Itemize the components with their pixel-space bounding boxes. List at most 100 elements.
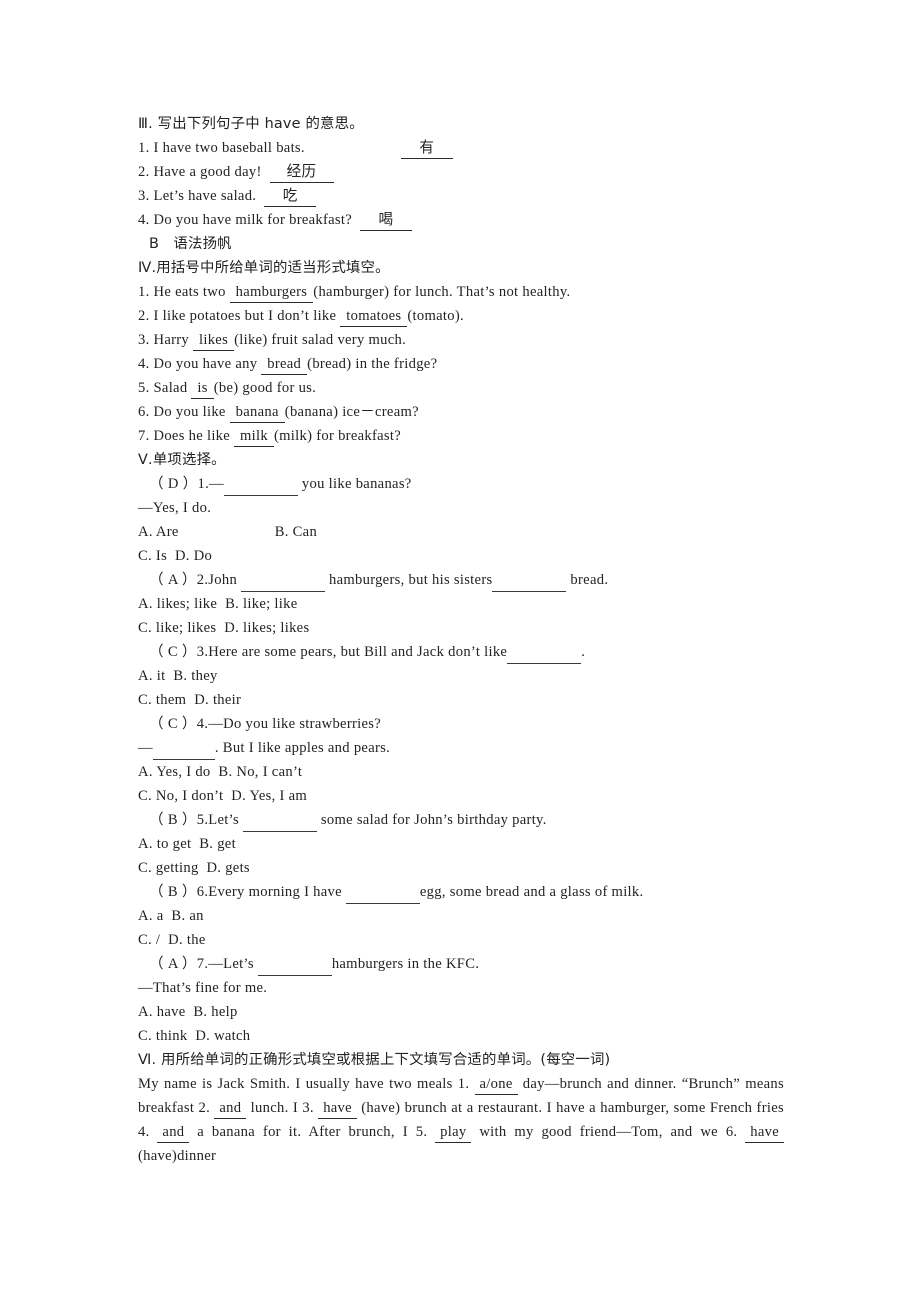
item-text-before: He eats two [153,284,226,300]
question-stem-after: egg, some bread and a glass of milk. [419,884,644,900]
section-3-item-2: 2. Have a good day! 经历 [138,160,784,184]
section-3-item-4: 4. Do you have milk for breakfast? 喝 [138,208,784,232]
fill-blank[interactable] [345,886,420,904]
passage-text: a banana for it. After brunch, I 5. [189,1124,436,1140]
section-5-question-5: （ B ）5.Let’s some salad for John’s birth… [138,808,784,832]
section-4-item-1: 1. He eats two hamburgers (hamburger) for… [138,280,784,304]
question-stem-before: Here are some pears, but Bill and Jack d… [208,644,508,660]
question-stem-before: John [208,572,238,588]
section-5-question-3: （ C ）3.Here are some pears, but Bill and… [138,640,784,664]
section-5-question-3-choices-row1[interactable]: A. it B. they [138,664,784,688]
item-text: I have two baseball bats. [153,140,305,156]
question-stem-after: you like bananas? [297,476,412,492]
section-4-heading: Ⅳ.用括号中所给单词的适当形式填空。 [138,260,390,276]
section-6-heading: Ⅵ. 用所给单词的正确形式填空或根据上下文填写合适的单词。(每空一词) [138,1052,611,1068]
item-number: 1. [138,140,150,156]
section-4-item-6: 6. Do you like banana (banana) ice－cream? [138,400,784,424]
section-5-question-1-choices-row1: A. Are B. Can [138,520,784,544]
answer-blank[interactable]: have [318,1099,357,1119]
answer-blank[interactable]: play [435,1123,472,1143]
section-5-question-4-choices-row2[interactable]: C. No, I don’t D. Yes, I am [138,784,784,808]
question-stem-before: —Do you like strawberries? [208,716,382,732]
section-5-question-4: （ C ）4.—Do you like strawberries? [149,716,382,732]
answer-mark[interactable]: A [168,956,178,972]
fill-blank[interactable] [223,478,298,496]
section-5-question-2-choices-row2[interactable]: C. like; likes D. likes; likes [138,616,784,640]
fill-blank[interactable] [242,814,317,832]
question-stem-mid: hamburgers, but his sisters [328,572,493,588]
answer-blank[interactable]: 吃 [264,187,317,207]
answer-blank[interactable]: likes [193,331,235,351]
item-text-before: Do you have any [153,356,258,372]
answer-mark[interactable]: A [168,572,178,588]
choice-a[interactable]: A. Are [138,524,179,540]
answer-blank[interactable]: and [214,1099,247,1119]
section-5-question-6-choices-row2[interactable]: C. / D. the [138,928,784,952]
answer-mark[interactable]: C [168,716,178,732]
section-5-question-7: （ A ）7.—Let’s hamburgers in the KFC. [138,952,784,976]
section-5-question-5-choices-row2[interactable]: C. getting D. gets [138,856,784,880]
answer-blank[interactable]: have [745,1123,784,1143]
item-number: 4. [138,212,150,228]
section-4-item-3: 3. Harry likes (like) fruit salad very mu… [138,328,784,352]
item-text-after: (be) good for us. [213,380,317,396]
answer-mark[interactable]: C [168,644,178,660]
section-5-question-4-choices-row1[interactable]: A. Yes, I do B. No, I can’t [138,760,784,784]
answer-blank[interactable]: and [157,1123,190,1143]
section-5-question-6-choices-row1[interactable]: A. a B. an [138,904,784,928]
section-3-item-1: 1. I have two baseball bats. 有 [138,136,784,160]
fill-blank[interactable] [257,958,332,976]
dash-prefix: — [138,740,153,756]
question-stem-after: . [581,644,586,660]
answer-mark[interactable]: D [168,476,179,492]
item-text-before: Harry [153,332,190,348]
section-5-question-6: （ B ）6.Every morning I have egg, some br… [138,880,784,904]
passage-text: (have)dinner [138,1148,217,1164]
answer-blank[interactable]: hamburgers [229,283,314,303]
choice-b[interactable]: B. Can [275,524,317,540]
item-number: 4. [138,356,150,372]
fill-blank[interactable] [152,742,215,760]
item-text-after: (milk) for breakfast? [273,428,402,444]
item-number: 2. [138,164,150,180]
answer-blank[interactable]: banana [229,403,285,423]
answer-blank[interactable]: 喝 [359,211,412,231]
answer-blank[interactable]: bread [261,355,308,375]
answer-blank[interactable]: 经历 [269,163,334,183]
section-5-question-7-choices-row1[interactable]: A. have B. help [138,1000,784,1024]
section-5-question-7-choices-row2[interactable]: C. think D. watch [138,1024,784,1048]
fill-blank[interactable] [492,574,567,592]
item-number: 7. [138,428,150,444]
section-5-question-1-choices-row2[interactable]: C. Is D. Do [138,544,784,568]
answer-blank[interactable]: is [191,379,214,399]
fill-blank[interactable] [241,574,326,592]
answer-blank[interactable]: milk [234,427,274,447]
question-number: 2. [196,572,209,588]
item-text: Do you have milk for breakfast? [153,212,353,228]
question-stem-after: some salad for John’s birthday party. [320,812,547,828]
item-text-before: Salad [153,380,188,396]
section-5-question-5-choices-row1[interactable]: A. to get B. get [138,832,784,856]
answer-mark[interactable]: B [168,884,178,900]
question-number: 7. [196,956,209,972]
section-4-item-4: 4. Do you have any bread (bread) in the f… [138,352,784,376]
item-text-after: (hamburger) for lunch. That’s not health… [313,284,571,300]
answer-blank[interactable]: a/one [474,1075,518,1095]
question-number: 5. [196,812,209,828]
item-text-after: (tomato). [407,308,464,324]
passage-text: with my good friend—Tom, and we 6. [471,1124,746,1140]
item-text-before: Do you like [153,404,226,420]
question-stem-before: — [209,476,224,492]
answer-blank[interactable]: 有 [400,139,453,159]
section-5-question-2-choices-row1[interactable]: A. likes; like B. like; like [138,592,784,616]
fill-blank[interactable] [507,646,582,664]
answer-mark[interactable]: B [168,812,178,828]
item-number: 6. [138,404,150,420]
reply-text: . But I like apples and pears. [214,740,391,756]
item-number: 3. [138,188,150,204]
section-3-heading: Ⅲ. 写出下列句子中 have 的意思。 [138,116,364,132]
answer-blank[interactable]: tomatoes [340,307,408,327]
section-5-question-7-reply: —That’s fine for me. [138,980,268,996]
section-5-question-3-choices-row2[interactable]: C. them D. their [138,688,784,712]
question-number: 3. [196,644,209,660]
